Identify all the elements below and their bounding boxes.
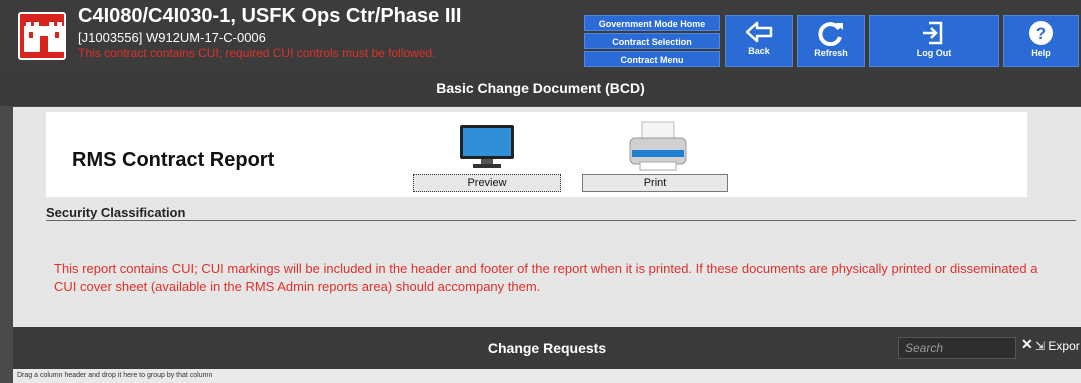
report-title: RMS Contract Report	[72, 149, 275, 171]
preview-button[interactable]: Preview	[413, 174, 561, 192]
logout-label: Log Out	[916, 48, 952, 58]
group-by-drop-zone[interactable]: Drag a column header and drop it here to…	[13, 369, 1081, 383]
back-button[interactable]: Back	[725, 15, 793, 67]
security-classification-title: Security Classification	[46, 205, 186, 220]
export-icon: ⇲	[1035, 339, 1046, 353]
search-input[interactable]: Search	[898, 337, 1016, 359]
nav-contract-selection[interactable]: Contract Selection	[584, 33, 720, 49]
contract-title: C4I080/C4I030-1, USFK Ops Ctr/Phase III	[78, 5, 462, 27]
back-label: Back	[748, 46, 770, 56]
logout-button[interactable]: Log Out	[869, 15, 999, 67]
change-requests-bar: Change Requests Search ✕ ⇲ Expor	[13, 327, 1081, 369]
divider	[46, 220, 1076, 221]
help-label: Help	[1031, 48, 1051, 58]
refresh-icon	[818, 22, 843, 46]
refresh-button[interactable]: Refresh	[797, 15, 865, 67]
nav-contract-menu[interactable]: Contract Menu	[584, 51, 720, 67]
cui-warning-banner: This contract contains CUI; required CUI…	[78, 46, 436, 60]
monitor-icon	[460, 125, 514, 168]
help-button[interactable]: ? Help	[1003, 15, 1079, 67]
usace-castle-logo	[18, 12, 66, 60]
clear-search-icon[interactable]: ✕	[1021, 336, 1033, 353]
help-icon: ?	[1029, 21, 1053, 45]
logout-icon	[923, 21, 943, 45]
export-label: Expor	[1048, 339, 1080, 353]
print-button[interactable]: Print	[582, 174, 728, 192]
export-button[interactable]: ⇲ Expor	[1035, 339, 1080, 353]
report-card: RMS Contract Report Preview Print	[46, 112, 1027, 197]
nav-government-mode-home[interactable]: Government Mode Home	[584, 15, 720, 31]
printer-icon	[629, 121, 687, 171]
svg-text:?: ?	[1036, 24, 1046, 43]
section-title-bar: Basic Change Document (BCD)	[0, 70, 1081, 106]
nav-menu: Government Mode Home Contract Selection …	[584, 15, 720, 69]
refresh-label: Refresh	[814, 48, 848, 58]
report-panel: RMS Contract Report Preview Print Securi…	[13, 107, 1081, 327]
top-header: C4I080/C4I030-1, USFK Ops Ctr/Phase III …	[0, 0, 1081, 70]
contract-number: [J1003556] W912UM-17-C-0006	[78, 30, 266, 45]
cui-notice-text: This report contains CUI; CUI markings w…	[54, 261, 1038, 294]
back-arrow-icon	[745, 21, 773, 43]
